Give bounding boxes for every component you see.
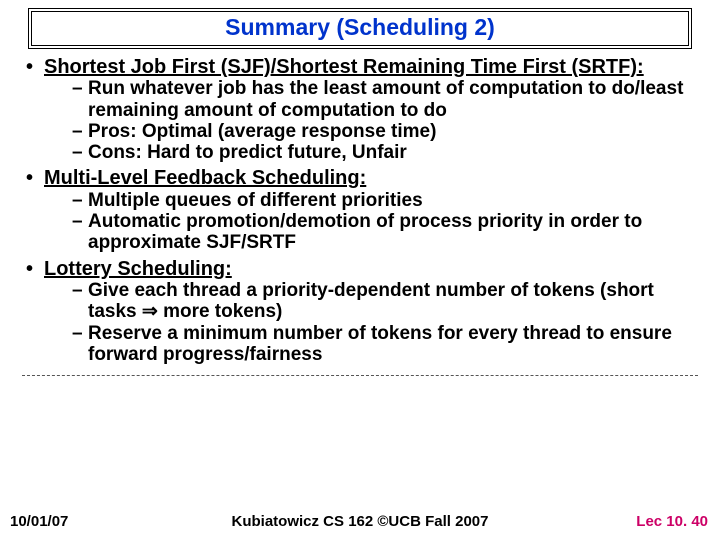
footer-center: Kubiatowicz CS 162 ©UCB Fall 2007 — [0, 513, 720, 530]
sub-bullet: Give each thread a priority-dependent nu… — [72, 280, 698, 323]
sub-bullet: Reserve a minimum number of tokens for e… — [72, 323, 698, 366]
bullet-lottery: Lottery Scheduling: Give each thread a p… — [22, 258, 698, 365]
sub-bullet: Pros: Optimal (average response time) — [72, 121, 698, 142]
slide-title: Summary (Scheduling 2) — [225, 14, 495, 40]
sub-bullet: Cons: Hard to predict future, Unfair — [72, 142, 698, 163]
bullet-mlfq: Multi-Level Feedback Scheduling: Multipl… — [22, 167, 698, 253]
bullet-heading: Lottery Scheduling: — [44, 258, 232, 280]
bullet-heading: Multi-Level Feedback Scheduling: — [44, 167, 366, 189]
slide-title-box: Summary (Scheduling 2) — [28, 8, 692, 49]
sub-bullet: Automatic promotion/demotion of process … — [72, 211, 698, 254]
slide-body: Shortest Job First (SJF)/Shortest Remain… — [22, 56, 698, 376]
bullet-sjf: Shortest Job First (SJF)/Shortest Remain… — [22, 56, 698, 163]
footer-lecnum: Lec 10. 40 — [636, 513, 708, 530]
bullet-heading: Shortest Job First (SJF)/Shortest Remain… — [44, 56, 644, 78]
sub-bullet: Multiple queues of different priorities — [72, 190, 698, 211]
sub-bullet: Run whatever job has the least amount of… — [72, 78, 698, 121]
